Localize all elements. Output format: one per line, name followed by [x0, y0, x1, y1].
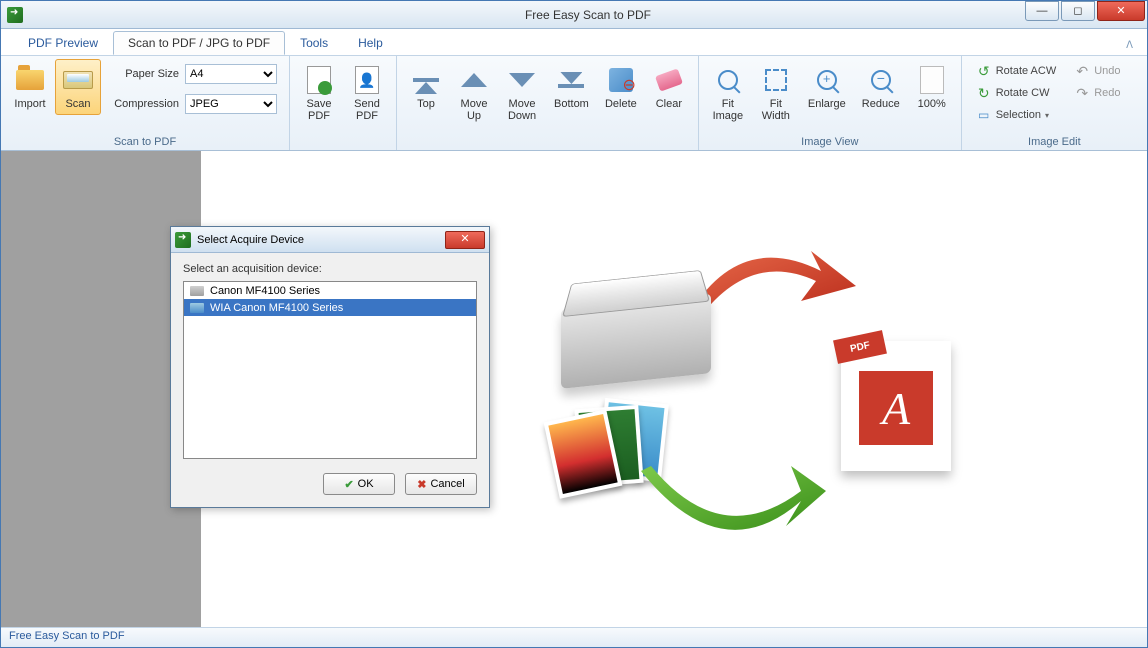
rotate-cw-button[interactable]: ↻Rotate CW [972, 83, 1061, 103]
save-pdf-button[interactable]: Save PDF [296, 59, 342, 127]
tab-help[interactable]: Help [343, 31, 398, 55]
redo-icon: ↷ [1074, 85, 1090, 101]
top-icon [413, 78, 439, 82]
selection-icon: ▭ [976, 107, 992, 123]
enlarge-button[interactable]: Enlarge [801, 59, 853, 115]
group-image-view: Fit Image Fit Width Enlarge Reduce 100% … [699, 56, 962, 150]
reduce-button[interactable]: Reduce [855, 59, 907, 115]
device-list[interactable]: Canon MF4100 Series WIA Canon MF4100 Ser… [183, 281, 477, 459]
scan-options: Paper Size A4 Compression JPEG [103, 59, 283, 115]
zoom-out-icon [871, 70, 891, 90]
pdf-badge: PDF [833, 330, 887, 364]
down-icon [509, 73, 535, 87]
scanner-small-icon [190, 303, 204, 313]
hundred-button[interactable]: 100% [909, 59, 955, 115]
undo-button[interactable]: ↶Undo [1070, 61, 1124, 81]
menu-tabs: PDF Preview Scan to PDF / JPG to PDF Too… [1, 29, 1147, 55]
group-pdf-actions: Save PDF Send PDF [290, 56, 397, 150]
folder-icon [16, 70, 44, 90]
adobe-icon: A [859, 371, 933, 445]
scan-button[interactable]: Scan [55, 59, 101, 115]
compression-select[interactable]: JPEG [185, 94, 277, 114]
title-bar: Free Easy Scan to PDF — ◻ ✕ [1, 1, 1147, 29]
eraser-icon [655, 68, 683, 91]
splash-graphic: PDF A [561, 231, 961, 531]
dropdown-icon: ▾ [1045, 111, 1049, 120]
scanner-small-icon [190, 286, 204, 296]
save-pdf-icon [307, 66, 331, 94]
fit-width-icon [765, 69, 787, 91]
ok-button[interactable]: ✔OK [323, 473, 395, 495]
top-button[interactable]: Top [403, 59, 449, 115]
redo-button[interactable]: ↷Redo [1070, 83, 1124, 103]
zoom-in-icon [817, 70, 837, 90]
scanner-graphic [561, 293, 711, 389]
check-icon: ✔ [344, 478, 353, 491]
send-pdf-icon [355, 66, 379, 94]
import-button[interactable]: Import [7, 59, 53, 115]
status-bar: Free Easy Scan to PDF [1, 627, 1147, 647]
fit-width-button[interactable]: Fit Width [753, 59, 799, 127]
tab-pdf-preview[interactable]: PDF Preview [13, 31, 113, 55]
tab-tools[interactable]: Tools [285, 31, 343, 55]
group-scan-to-pdf: Import Scan Paper Size A4 Compression JP… [1, 56, 290, 150]
ribbon: Import Scan Paper Size A4 Compression JP… [1, 55, 1147, 151]
maximize-button[interactable]: ◻ [1061, 1, 1095, 21]
rotate-cw-icon: ↻ [976, 85, 992, 101]
bottom-icon [558, 84, 584, 88]
dialog-title: Select Acquire Device [197, 234, 304, 246]
tab-scan-to-pdf[interactable]: Scan to PDF / JPG to PDF [113, 31, 285, 55]
send-pdf-button[interactable]: Send PDF [344, 59, 390, 127]
bottom-button[interactable]: Bottom [547, 59, 596, 115]
paper-size-label: Paper Size [109, 68, 179, 80]
app-icon [7, 7, 23, 23]
selection-button[interactable]: ▭Selection▾ [972, 105, 1061, 125]
hundred-icon [920, 66, 944, 94]
dialog-app-icon [175, 232, 191, 248]
delete-icon [609, 68, 633, 92]
dialog-label: Select an acquisition device: [183, 263, 477, 275]
move-down-button[interactable]: Move Down [499, 59, 545, 127]
dialog-close-button[interactable]: ✕ [445, 231, 485, 249]
scanner-icon [63, 71, 93, 89]
close-button[interactable]: ✕ [1097, 1, 1145, 21]
rotate-acw-button[interactable]: ↺Rotate ACW [972, 61, 1061, 81]
dialog-title-bar: Select Acquire Device ✕ [171, 227, 489, 253]
clear-button[interactable]: Clear [646, 59, 692, 115]
fit-image-button[interactable]: Fit Image [705, 59, 751, 127]
group-image-edit: ↺Rotate ACW ↻Rotate CW ▭Selection▾ ↶Undo… [962, 56, 1147, 150]
window-controls: — ◻ ✕ [1023, 1, 1145, 21]
group-arrange: Top Move Up Move Down Bottom Delete Clea… [397, 56, 699, 150]
undo-icon: ↶ [1074, 63, 1090, 79]
up-icon [461, 73, 487, 87]
delete-button[interactable]: Delete [598, 59, 644, 115]
collapse-ribbon-icon[interactable]: ᐱ [1122, 36, 1137, 55]
fit-image-icon [718, 70, 738, 90]
status-text: Free Easy Scan to PDF [9, 630, 125, 642]
minimize-button[interactable]: — [1025, 1, 1059, 21]
pdf-document-graphic: PDF A [841, 341, 951, 471]
device-item-0[interactable]: Canon MF4100 Series [184, 282, 476, 299]
rotate-acw-icon: ↺ [976, 63, 992, 79]
select-acquire-device-dialog: Select Acquire Device ✕ Select an acquis… [170, 226, 490, 508]
paper-size-select[interactable]: A4 [185, 64, 277, 84]
compression-label: Compression [109, 98, 179, 110]
window-title: Free Easy Scan to PDF [29, 8, 1147, 22]
device-item-1[interactable]: WIA Canon MF4100 Series [184, 299, 476, 316]
x-icon: ✖ [417, 478, 426, 491]
cancel-button[interactable]: ✖Cancel [405, 473, 477, 495]
green-arrow-icon [611, 451, 831, 561]
move-up-button[interactable]: Move Up [451, 59, 497, 127]
